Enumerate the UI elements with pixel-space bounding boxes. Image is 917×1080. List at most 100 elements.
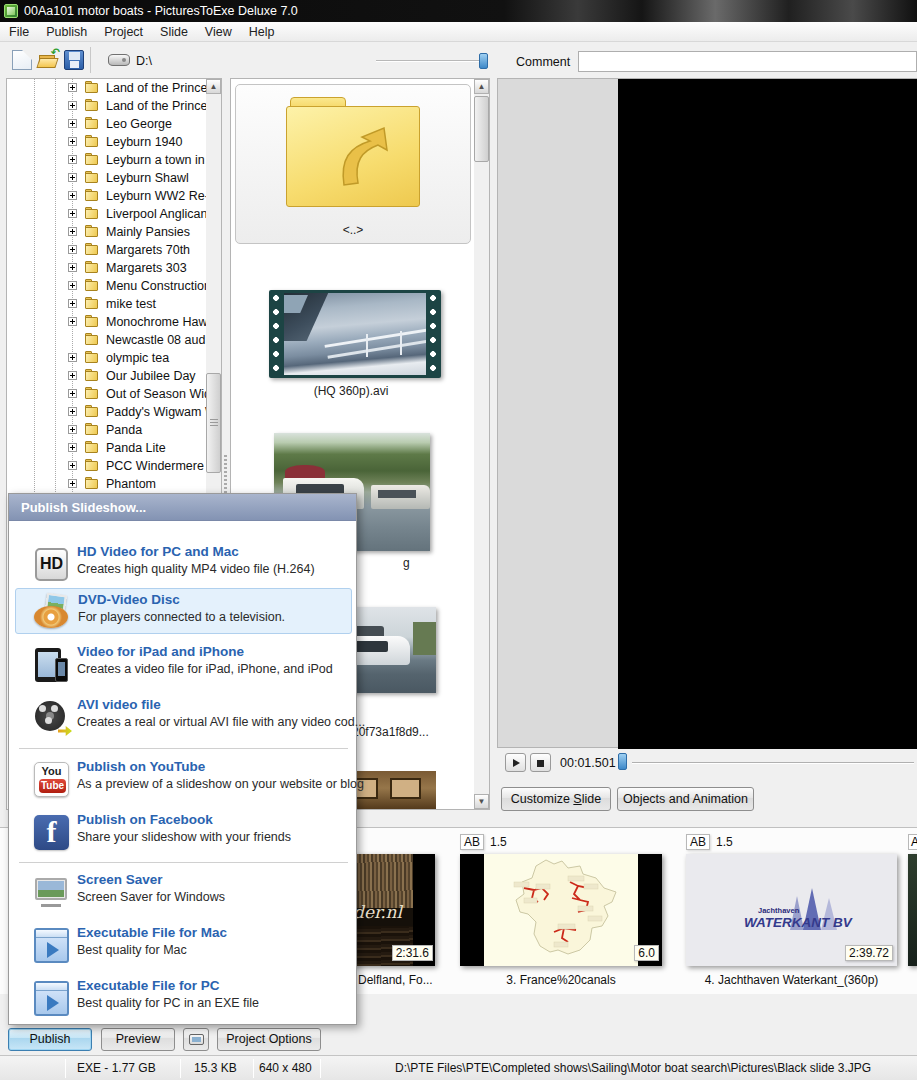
expand-icon[interactable] (68, 281, 77, 290)
popup-item-video-for-ipad-and-iphone[interactable]: Video for iPad and iPhoneCreates a video… (15, 641, 352, 687)
expand-icon[interactable] (68, 155, 77, 164)
popup-header: Publish Slideshow... (9, 494, 356, 521)
expand-icon[interactable] (68, 389, 77, 398)
expand-icon[interactable] (68, 299, 77, 308)
tree-item[interactable]: Paddy's Wigwam W (7, 403, 221, 421)
expand-icon[interactable] (68, 353, 77, 362)
popup-item-executable-file-for-mac[interactable]: Executable File for MacBest quality for … (15, 922, 352, 968)
expand-icon[interactable] (68, 119, 77, 128)
popup-item-publish-on-facebook[interactable]: fPublish on FacebookShare your slideshow… (15, 809, 352, 855)
expand-icon[interactable] (68, 245, 77, 254)
panel-splitter[interactable] (224, 455, 227, 495)
menu-slide[interactable]: Slide (152, 23, 197, 41)
expand-icon[interactable] (68, 227, 77, 236)
tree-item[interactable]: mike test (7, 295, 221, 313)
popup-item-hd-video-for-pc-and-mac[interactable]: HDHD Video for PC and MacCreates high qu… (15, 541, 352, 587)
folder-icon (85, 423, 99, 436)
tree-scrollbar-up[interactable]: ▲ (206, 79, 221, 94)
popup-item-screen-saver[interactable]: Screen SaverScreen Saver for Windows (15, 869, 352, 915)
open-folder-icon[interactable]: ↶ (38, 50, 58, 70)
new-file-icon[interactable] (12, 50, 32, 70)
comment-input[interactable] (578, 51, 917, 72)
expand-icon[interactable] (68, 191, 77, 200)
preview-button[interactable]: Preview (101, 1028, 175, 1051)
video-file-thumbnail[interactable] (269, 290, 441, 378)
expand-icon[interactable] (68, 371, 77, 380)
expand-icon[interactable] (68, 425, 77, 434)
tree-item[interactable]: Margarets 70th (7, 241, 221, 259)
tree-item[interactable]: Land of the Prince I (7, 97, 221, 115)
folder-icon (85, 261, 99, 274)
thumbnail-size-slider-handle[interactable] (479, 53, 488, 69)
tree-scrollbar-thumb[interactable] (206, 373, 221, 473)
preview-controls: 00:01.501 (497, 750, 917, 778)
tree-item[interactable]: Leyburn Shawl (7, 169, 221, 187)
expand-icon[interactable] (68, 263, 77, 272)
expand-icon[interactable] (68, 209, 77, 218)
seek-slider-handle[interactable] (618, 753, 627, 770)
status-bar: EXE - 1.77 GB 15.3 KB 640 x 480 D:\PTE F… (0, 1055, 917, 1080)
file-scrollbar-up[interactable]: ▲ (474, 79, 489, 94)
expand-icon[interactable] (68, 407, 77, 416)
tree-item[interactable]: Land of the Prince I (7, 79, 221, 97)
file-scrollbar-thumb[interactable] (474, 96, 489, 162)
expand-icon[interactable] (68, 101, 77, 110)
publish-icon-button[interactable] (183, 1028, 209, 1051)
drive-icon[interactable] (108, 54, 130, 66)
tree-item[interactable]: Our Jubilee Day (7, 367, 221, 385)
menu-project[interactable]: Project (96, 23, 152, 41)
menu-help[interactable]: Help (241, 23, 284, 41)
tree-item[interactable]: PCC Windermere (7, 457, 221, 475)
customize-slide-button[interactable]: Customize Slide (501, 787, 611, 811)
tree-item[interactable]: Phantom (7, 475, 221, 493)
expand-icon[interactable] (68, 479, 77, 488)
expand-icon[interactable] (68, 317, 77, 326)
tree-item[interactable]: Out of Season Wide (7, 385, 221, 403)
slide-duration-badge: 6.0 (634, 945, 659, 961)
folder-icon (85, 207, 99, 220)
video-file-caption: (HQ 360p).avi (231, 384, 471, 398)
tree-item[interactable]: Margarets 303 (7, 259, 221, 277)
objects-animation-button[interactable]: Objects and Animation (617, 787, 754, 811)
publish-button[interactable]: Publish (8, 1028, 92, 1051)
save-icon[interactable] (64, 50, 84, 70)
file-scrollbar-down[interactable]: ▼ (474, 794, 489, 809)
file-scrollbar[interactable]: ▲ ▼ (474, 79, 489, 809)
tree-item[interactable]: Mainly Pansies (7, 223, 221, 241)
play-button[interactable] (505, 753, 526, 772)
popup-item-executable-file-for-pc[interactable]: Executable File for PCBest quality for P… (15, 975, 352, 1021)
tree-item[interactable]: Leo George (7, 115, 221, 133)
popup-item-dvd-video-disc[interactable]: DVD-Video DiscFor players connected to a… (15, 588, 352, 634)
tree-item[interactable]: Liverpool Anglican (7, 205, 221, 223)
tree-item[interactable]: olympic tea (7, 349, 221, 367)
tree-item[interactable]: Newcastle 08 aud (7, 331, 221, 349)
folder-icon (85, 153, 99, 166)
expand-icon[interactable] (68, 461, 77, 470)
tree-item[interactable]: Menu Construction (7, 277, 221, 295)
tree-item[interactable]: Leyburn WW2 Re-e (7, 187, 221, 205)
menu-publish[interactable]: Publish (38, 23, 96, 41)
tree-item[interactable]: Leyburn 1940 (7, 133, 221, 151)
menu-view[interactable]: View (197, 23, 241, 41)
expand-icon[interactable] (68, 443, 77, 452)
tree-item[interactable]: Panda Lite (7, 439, 221, 457)
folder-icon (85, 117, 99, 130)
tree-item[interactable]: Monochrome Haw (7, 313, 221, 331)
drive-label[interactable]: D:\ (136, 54, 152, 68)
expand-icon[interactable] (68, 137, 77, 146)
seek-slider-track[interactable] (632, 762, 914, 764)
expand-icon[interactable] (68, 83, 77, 92)
folder-icon (85, 189, 99, 202)
status-resolution: 640 x 480 (259, 1061, 312, 1075)
project-options-button[interactable]: Project Options (217, 1028, 321, 1051)
thumbnail-size-slider-track[interactable] (376, 60, 484, 62)
expand-icon[interactable] (68, 173, 77, 182)
popup-item-publish-on-youtube[interactable]: YouTubePublish on YouTubeAs a preview of… (15, 756, 352, 802)
youtube-icon: YouTube (33, 761, 70, 798)
tree-item[interactable]: Panda (7, 421, 221, 439)
tree-item[interactable]: Leyburn a town in \ (7, 151, 221, 169)
popup-item-avi-video-file[interactable]: AVI video fileCreates a real or virtual … (15, 694, 352, 740)
parent-folder-tile[interactable]: <..> (235, 84, 471, 244)
stop-button[interactable] (530, 753, 551, 772)
menu-file[interactable]: File (1, 23, 38, 41)
